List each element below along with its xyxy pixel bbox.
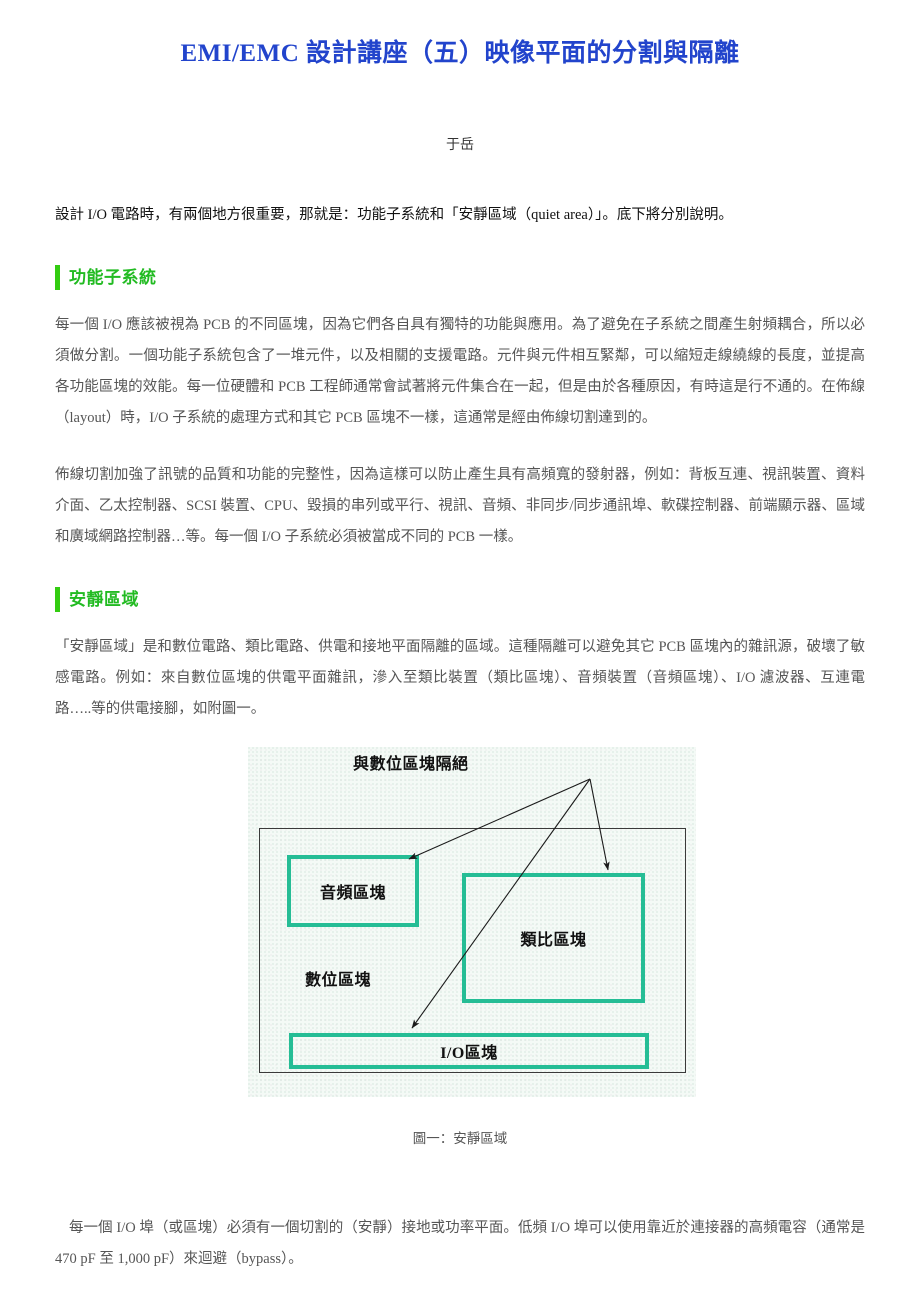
figure-container: 與數位區塊隔絕 音頻區塊 類比區塊 I/O區塊 數位區塊 圖一：安靜區域: [55, 747, 865, 1167]
figure-spacer: [55, 1167, 865, 1203]
io-block-box: I/O區塊: [289, 1033, 649, 1070]
paragraph-functional-1: 每一個 I/O 應該被視為 PCB 的不同區塊，因為它們各自具有獨特的功能與應用…: [55, 317, 865, 427]
document-page: EMI/EMC 設計講座（五）映像平面的分割與隔離 于岳 設計 I/O 電路時，…: [0, 0, 920, 1302]
io-block-label: I/O區塊: [440, 1045, 498, 1063]
analog-block-label: 類比區塊: [520, 932, 587, 950]
section-heading-quiet-area: 安靜區域: [55, 553, 865, 614]
section-title-text: 功能子系統: [69, 268, 157, 288]
figure-annotation-label: 與數位區塊隔絕: [353, 756, 469, 774]
intro-paragraph: 設計 I/O 電路時，有兩個地方很重要，那就是：功能子系統和「安靜區域（quie…: [55, 207, 733, 224]
audio-block-box: 音頻區塊: [287, 855, 419, 928]
audio-block-label: 音頻區塊: [319, 885, 386, 903]
section-title-text: 安靜區域: [69, 590, 139, 610]
section-heading-functional-subsystem: 功能子系統: [55, 231, 865, 292]
closing-paragraph: 每一個 I/O 埠（或區塊）必須有一個切割的（安靜）接地或功率平面。低頻 I/O…: [55, 1220, 865, 1268]
analog-block-box: 類比區塊: [462, 873, 645, 1004]
paragraph-quiet-1: 「安靜區域」是和數位電路、類比電路、供電和接地平面隔離的區域。這種隔離可以避免其…: [55, 639, 865, 718]
author-line: 于岳: [446, 138, 474, 154]
paragraph-functional-2: 佈線切割加強了訊號的品質和功能的完整性，因為這樣可以防止產生具有高頻寬的發射器，…: [55, 467, 865, 546]
digital-block-label: 數位區塊: [305, 972, 372, 990]
heading-bar-icon: [55, 587, 60, 613]
figure-caption: 圖一：安靜區域: [412, 1131, 508, 1147]
page-title: EMI/EMC 設計講座（五）映像平面的分割與隔離: [180, 40, 740, 67]
heading-bar-icon: [55, 265, 60, 291]
